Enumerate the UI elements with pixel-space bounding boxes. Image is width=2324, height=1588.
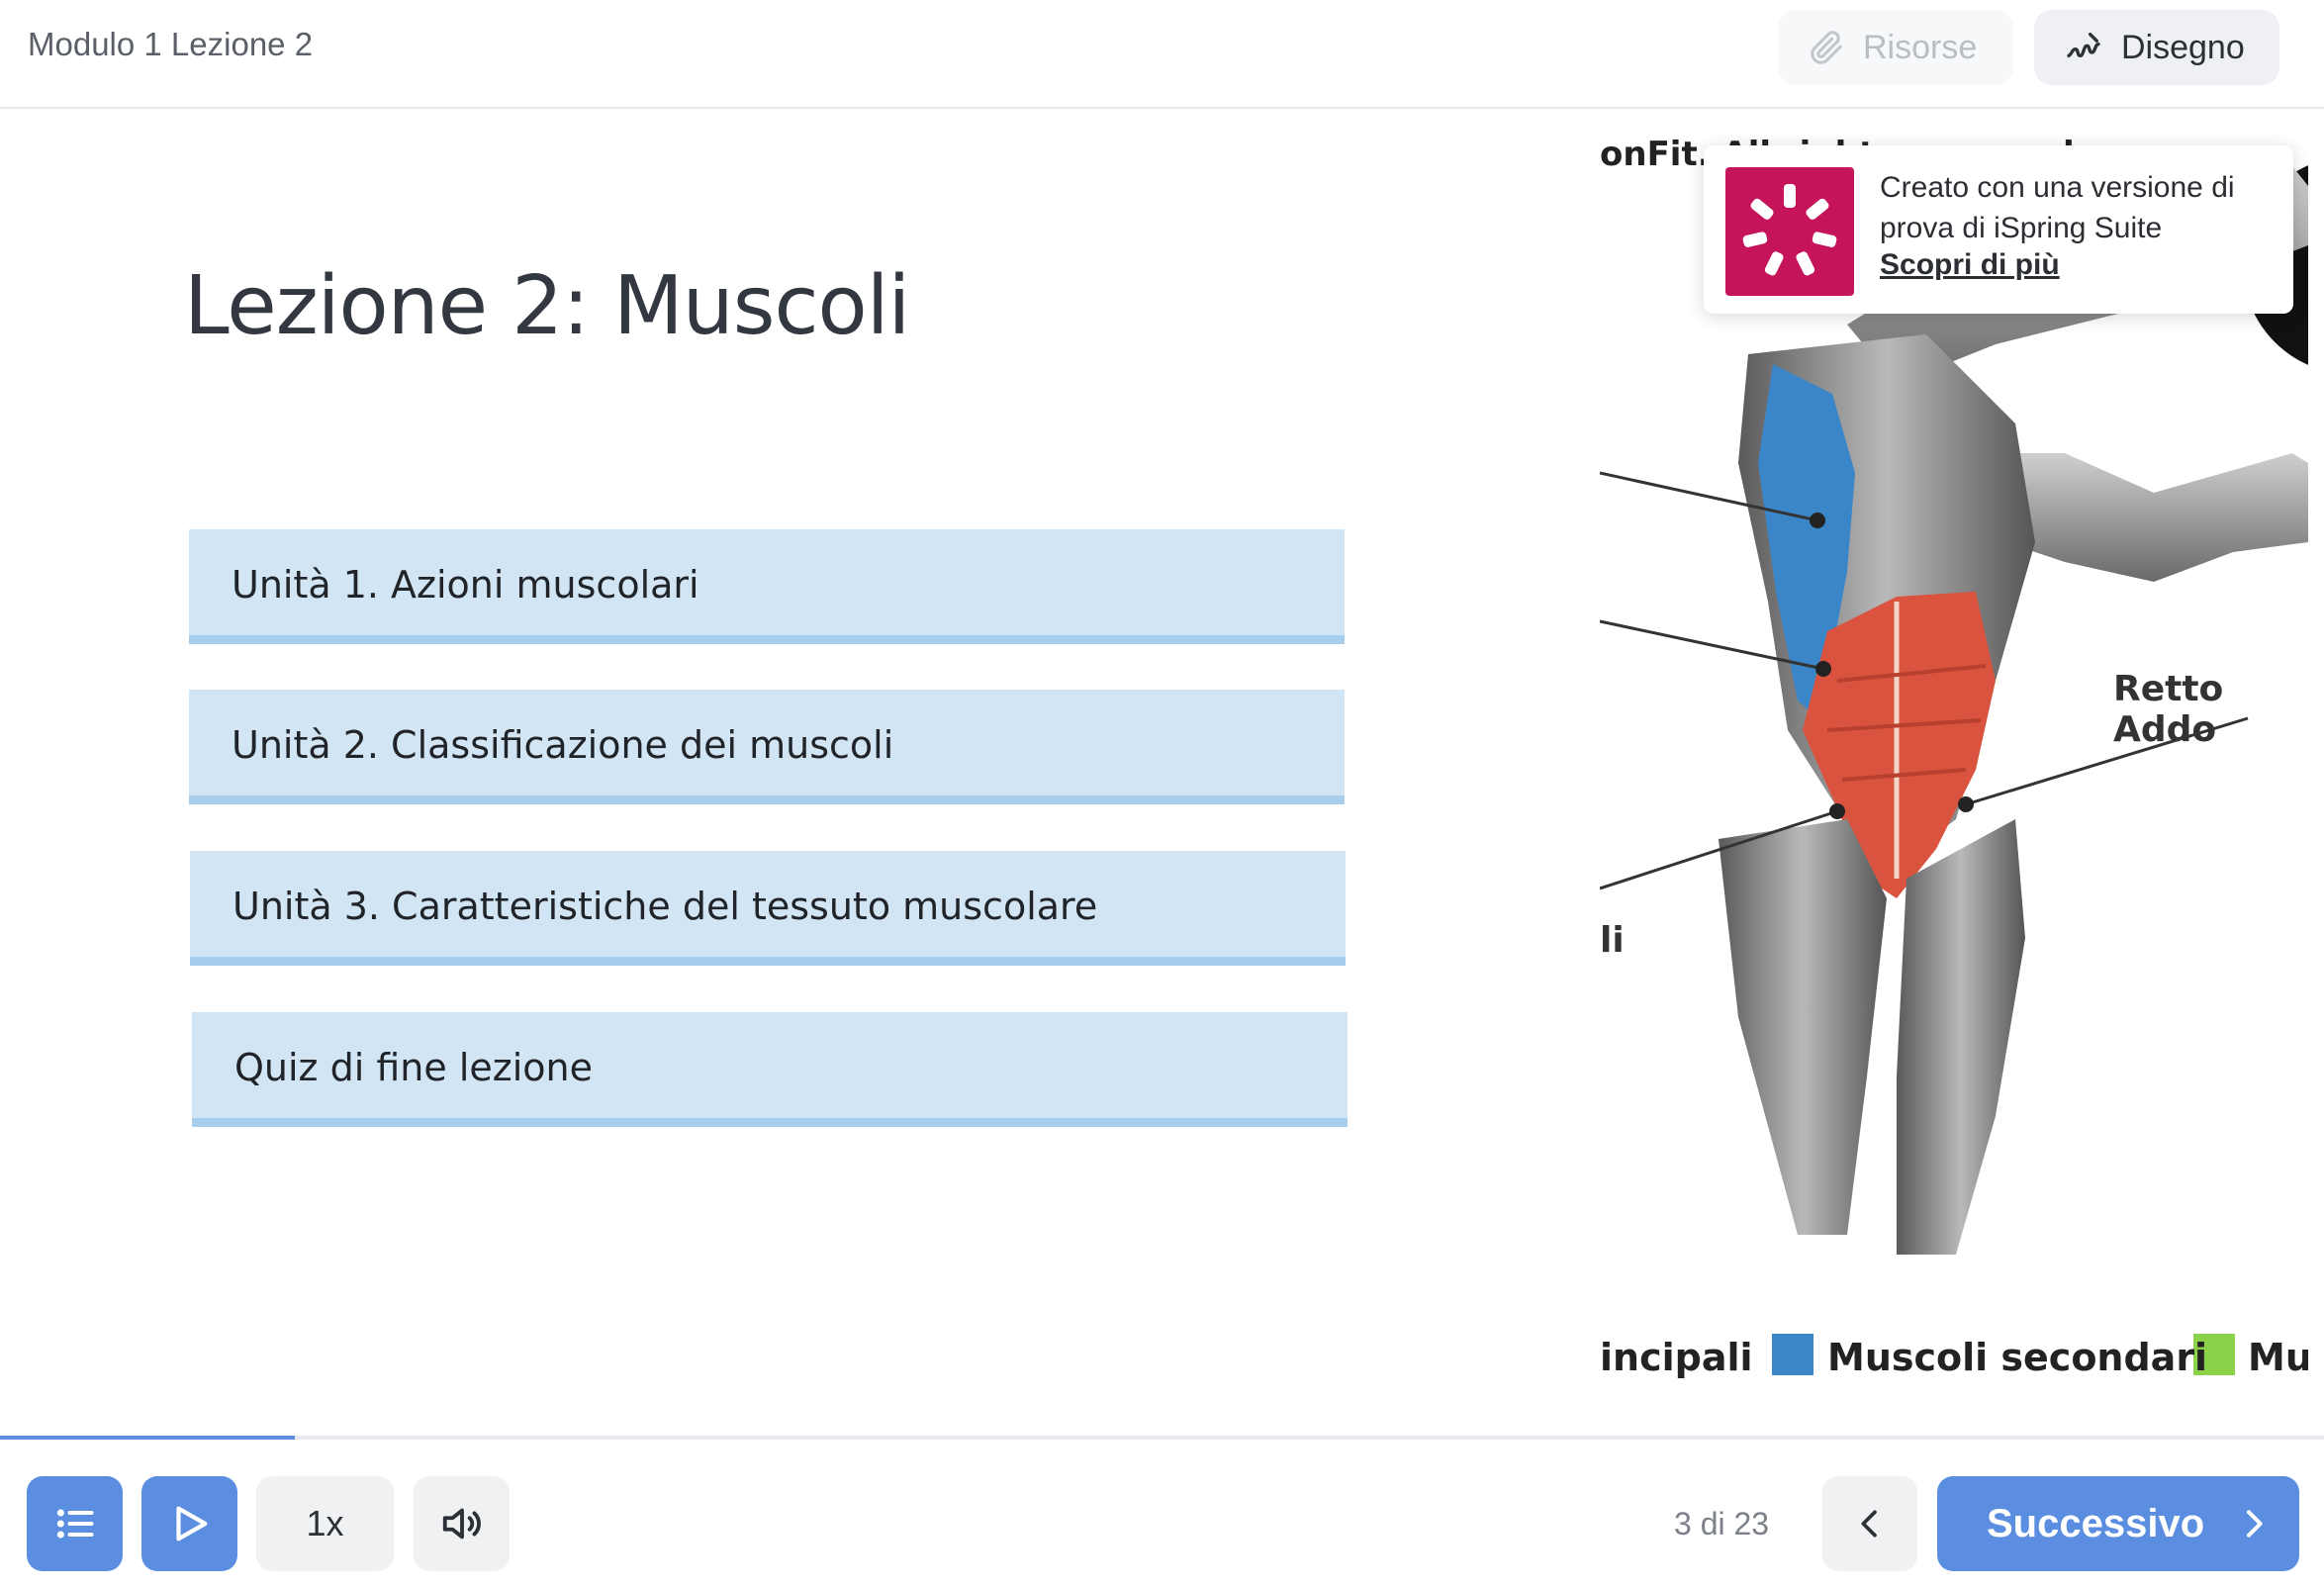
play-button[interactable] <box>141 1476 237 1571</box>
volume-icon <box>442 1508 481 1540</box>
next-label: Successivo <box>1987 1501 2205 1545</box>
squiggle-pen-icon <box>2067 33 2100 57</box>
unit-link-1[interactable]: Unità 1. Azioni muscolari <box>189 529 1345 644</box>
unit-link-label: Unità 2. Classificazione dei muscoli <box>232 723 894 767</box>
next-button[interactable]: Successivo <box>1937 1476 2299 1571</box>
unit-link-3[interactable]: Unità 3. Caratteristiche del tessuto mus… <box>190 851 1346 966</box>
label-retto-addominale: Retto Addo <box>2113 669 2224 750</box>
learn-more-link[interactable]: Scopri di più <box>1880 248 2060 282</box>
paperclip-icon <box>1811 31 1842 64</box>
top-bar: Modulo 1 Lezione 2 Risorse Disegno <box>0 0 2324 109</box>
playback-speed-button[interactable]: 1x <box>256 1476 394 1571</box>
menu-button[interactable] <box>27 1476 123 1571</box>
page-counter: 3 di 23 <box>1674 1506 1770 1541</box>
legend-secondary: Muscoli secondari <box>1827 1336 2208 1379</box>
trial-banner: Creato con una versione di prova di iSpr… <box>1704 145 2293 314</box>
anatomy-illustration: onFit. All rights reserved. Retto Addo l… <box>1600 127 2308 1395</box>
progress-bar[interactable] <box>0 1436 2324 1440</box>
legend-tertiary: Mu <box>2248 1336 2308 1379</box>
label-fragment: li <box>1600 920 1625 961</box>
trial-banner-text: Creato con una versione di prova di iSpr… <box>1880 171 2235 244</box>
legend-primary: incipali <box>1600 1336 1753 1379</box>
unit-link-label: Unità 1. Azioni muscolari <box>232 563 699 607</box>
menu-list-icon <box>56 1509 94 1539</box>
resources-label: Risorse <box>1863 28 1978 66</box>
play-icon <box>175 1506 207 1541</box>
muscle-figure <box>1600 161 2308 1375</box>
unit-link-2[interactable]: Unità 2. Classificazione dei muscoli <box>189 690 1345 804</box>
resources-button[interactable]: Risorse <box>1778 10 2013 85</box>
quiz-link[interactable]: Quiz di fine lezione <box>192 1012 1348 1127</box>
volume-button[interactable] <box>414 1476 510 1571</box>
unit-link-label: Unità 3. Caratteristiche del tessuto mus… <box>232 885 1098 928</box>
breadcrumb: Modulo 1 Lezione 2 <box>28 26 314 62</box>
previous-button[interactable] <box>1822 1476 1917 1571</box>
ispring-logo-icon <box>1725 167 1854 296</box>
slide-title: Lezione 2: Muscoli <box>184 259 910 353</box>
progress-fill <box>0 1436 296 1440</box>
chevron-right-icon <box>2247 1510 2263 1538</box>
chevron-left-icon <box>1861 1510 1877 1538</box>
drawing-button[interactable]: Disegno <box>2034 10 2279 85</box>
unit-link-label: Quiz di fine lezione <box>234 1046 593 1089</box>
drawing-label: Disegno <box>2121 28 2245 66</box>
